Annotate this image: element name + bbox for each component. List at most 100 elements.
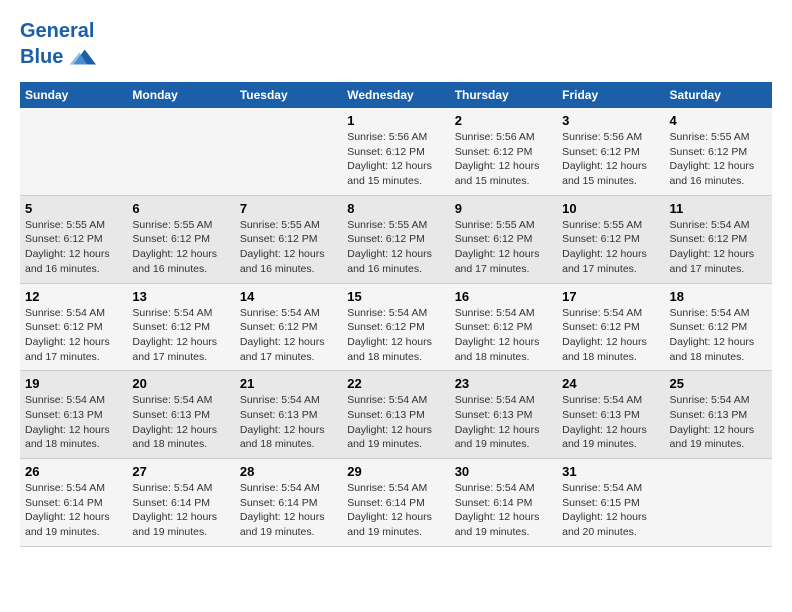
day-info: Sunrise: 5:54 AM Sunset: 6:15 PM Dayligh… xyxy=(562,481,659,540)
day-number: 31 xyxy=(562,464,659,479)
calendar-cell: 26 Sunrise: 5:54 AM Sunset: 6:14 PM Dayli… xyxy=(20,459,127,547)
calendar-row: 1 Sunrise: 5:56 AM Sunset: 6:12 PM Daylig… xyxy=(20,108,772,195)
day-info: Sunrise: 5:55 AM Sunset: 6:12 PM Dayligh… xyxy=(240,218,337,277)
calendar-cell: 7 Sunrise: 5:55 AM Sunset: 6:12 PM Daylig… xyxy=(235,195,342,283)
calendar-cell xyxy=(127,108,234,195)
logo: General Blue xyxy=(20,20,96,72)
day-number: 20 xyxy=(132,376,229,391)
calendar-cell: 18 Sunrise: 5:54 AM Sunset: 6:12 PM Dayli… xyxy=(665,283,772,371)
day-number: 14 xyxy=(240,289,337,304)
calendar-cell: 28Sunrise: 5:54 AM Sunset: 6:14 PM Dayli… xyxy=(235,459,342,547)
day-info: Sunrise: 5:55 AM Sunset: 6:12 PM Dayligh… xyxy=(455,218,552,277)
calendar-cell: 3 Sunrise: 5:56 AM Sunset: 6:12 PM Daylig… xyxy=(557,108,664,195)
day-info: Sunrise: 5:55 AM Sunset: 6:12 PM Dayligh… xyxy=(670,130,767,189)
calendar-cell: 29 Sunrise: 5:54 AM Sunset: 6:14 PM Dayli… xyxy=(342,459,449,547)
calendar-cell: 19 Sunrise: 5:54 AM Sunset: 6:13 PM Dayli… xyxy=(20,371,127,459)
day-info: Sunrise: 5:54 AM Sunset: 6:12 PM Dayligh… xyxy=(25,306,122,365)
day-number: 2 xyxy=(455,113,552,128)
weekday-header: Tuesday xyxy=(235,82,342,108)
day-info: Sunrise: 5:54 AM Sunset: 6:12 PM Dayligh… xyxy=(132,306,229,365)
calendar-body: 1 Sunrise: 5:56 AM Sunset: 6:12 PM Daylig… xyxy=(20,108,772,546)
day-number: 9 xyxy=(455,201,552,216)
day-number: 8 xyxy=(347,201,444,216)
day-number: 21 xyxy=(240,376,337,391)
weekday-row: SundayMondayTuesdayWednesdayThursdayFrid… xyxy=(20,82,772,108)
calendar-cell: 6 Sunrise: 5:55 AM Sunset: 6:12 PM Daylig… xyxy=(127,195,234,283)
day-info: Sunrise: 5:54 AM Sunset: 6:14 PM Dayligh… xyxy=(25,481,122,540)
day-number: 7 xyxy=(240,201,337,216)
calendar-cell xyxy=(20,108,127,195)
calendar-cell: 15Sunrise: 5:54 AM Sunset: 6:12 PM Dayli… xyxy=(342,283,449,371)
day-info: Sunrise: 5:54 AM Sunset: 6:12 PM Dayligh… xyxy=(240,306,337,365)
weekday-header: Wednesday xyxy=(342,82,449,108)
calendar-cell xyxy=(665,459,772,547)
calendar-cell: 27Sunrise: 5:54 AM Sunset: 6:14 PM Dayli… xyxy=(127,459,234,547)
day-info: Sunrise: 5:54 AM Sunset: 6:13 PM Dayligh… xyxy=(347,393,444,452)
calendar-table: SundayMondayTuesdayWednesdayThursdayFrid… xyxy=(20,82,772,547)
calendar-cell: 13 Sunrise: 5:54 AM Sunset: 6:12 PM Dayli… xyxy=(127,283,234,371)
day-number: 19 xyxy=(25,376,122,391)
calendar-cell: 10Sunrise: 5:55 AM Sunset: 6:12 PM Dayli… xyxy=(557,195,664,283)
calendar-cell: 17 Sunrise: 5:54 AM Sunset: 6:12 PM Dayli… xyxy=(557,283,664,371)
calendar-cell: 5Sunrise: 5:55 AM Sunset: 6:12 PM Daylig… xyxy=(20,195,127,283)
day-info: Sunrise: 5:54 AM Sunset: 6:13 PM Dayligh… xyxy=(670,393,767,452)
day-number: 25 xyxy=(670,376,767,391)
calendar-cell: 22 Sunrise: 5:54 AM Sunset: 6:13 PM Dayli… xyxy=(342,371,449,459)
logo-text: General xyxy=(20,20,96,42)
day-number: 4 xyxy=(670,113,767,128)
day-info: Sunrise: 5:55 AM Sunset: 6:12 PM Dayligh… xyxy=(132,218,229,277)
weekday-header: Friday xyxy=(557,82,664,108)
calendar-cell: 1 Sunrise: 5:56 AM Sunset: 6:12 PM Daylig… xyxy=(342,108,449,195)
day-info: Sunrise: 5:55 AM Sunset: 6:12 PM Dayligh… xyxy=(347,218,444,277)
calendar-cell: 30 Sunrise: 5:54 AM Sunset: 6:14 PM Dayli… xyxy=(450,459,557,547)
day-info: Sunrise: 5:54 AM Sunset: 6:13 PM Dayligh… xyxy=(562,393,659,452)
day-info: Sunrise: 5:54 AM Sunset: 6:12 PM Dayligh… xyxy=(562,306,659,365)
calendar-cell: 16Sunrise: 5:54 AM Sunset: 6:12 PM Dayli… xyxy=(450,283,557,371)
day-number: 22 xyxy=(347,376,444,391)
day-number: 6 xyxy=(132,201,229,216)
page-header: General Blue xyxy=(20,20,772,72)
weekday-header: Saturday xyxy=(665,82,772,108)
calendar-cell: 8 Sunrise: 5:55 AM Sunset: 6:12 PM Daylig… xyxy=(342,195,449,283)
day-info: Sunrise: 5:54 AM Sunset: 6:13 PM Dayligh… xyxy=(455,393,552,452)
calendar-row: 26 Sunrise: 5:54 AM Sunset: 6:14 PM Dayli… xyxy=(20,459,772,547)
day-info: Sunrise: 5:56 AM Sunset: 6:12 PM Dayligh… xyxy=(562,130,659,189)
weekday-header: Monday xyxy=(127,82,234,108)
day-number: 28 xyxy=(240,464,337,479)
day-info: Sunrise: 5:56 AM Sunset: 6:12 PM Dayligh… xyxy=(455,130,552,189)
day-number: 17 xyxy=(562,289,659,304)
day-info: Sunrise: 5:54 AM Sunset: 6:14 PM Dayligh… xyxy=(455,481,552,540)
day-number: 1 xyxy=(347,113,444,128)
day-number: 13 xyxy=(132,289,229,304)
day-number: 11 xyxy=(670,201,767,216)
day-number: 3 xyxy=(562,113,659,128)
calendar-cell: 31 Sunrise: 5:54 AM Sunset: 6:15 PM Dayli… xyxy=(557,459,664,547)
calendar-cell: 20 Sunrise: 5:54 AM Sunset: 6:13 PM Dayli… xyxy=(127,371,234,459)
calendar-cell: 14 Sunrise: 5:54 AM Sunset: 6:12 PM Dayli… xyxy=(235,283,342,371)
day-number: 5 xyxy=(25,201,122,216)
day-number: 26 xyxy=(25,464,122,479)
day-number: 18 xyxy=(670,289,767,304)
calendar-cell: 23 Sunrise: 5:54 AM Sunset: 6:13 PM Dayli… xyxy=(450,371,557,459)
day-info: Sunrise: 5:54 AM Sunset: 6:12 PM Dayligh… xyxy=(347,306,444,365)
calendar-cell: 21Sunrise: 5:54 AM Sunset: 6:13 PM Dayli… xyxy=(235,371,342,459)
calendar-row: 5 Sunrise: 5:55 AM Sunset: 6:12 PM Daylig… xyxy=(20,195,772,283)
day-info: Sunrise: 5:54 AM Sunset: 6:13 PM Dayligh… xyxy=(25,393,122,452)
weekday-header: Thursday xyxy=(450,82,557,108)
calendar-cell: 2 Sunrise: 5:56 AM Sunset: 6:12 PM Daylig… xyxy=(450,108,557,195)
calendar-row: 12Sunrise: 5:54 AM Sunset: 6:12 PM Dayli… xyxy=(20,283,772,371)
day-info: Sunrise: 5:56 AM Sunset: 6:12 PM Dayligh… xyxy=(347,130,444,189)
day-info: Sunrise: 5:54 AM Sunset: 6:14 PM Dayligh… xyxy=(347,481,444,540)
calendar-row: 19 Sunrise: 5:54 AM Sunset: 6:13 PM Dayli… xyxy=(20,371,772,459)
day-number: 23 xyxy=(455,376,552,391)
day-info: Sunrise: 5:54 AM Sunset: 6:12 PM Dayligh… xyxy=(670,218,767,277)
calendar-cell: 24Sunrise: 5:54 AM Sunset: 6:13 PM Dayli… xyxy=(557,371,664,459)
day-info: Sunrise: 5:54 AM Sunset: 6:13 PM Dayligh… xyxy=(132,393,229,452)
day-number: 30 xyxy=(455,464,552,479)
day-number: 27 xyxy=(132,464,229,479)
calendar-cell: 9 Sunrise: 5:55 AM Sunset: 6:12 PM Daylig… xyxy=(450,195,557,283)
calendar-cell xyxy=(235,108,342,195)
day-info: Sunrise: 5:54 AM Sunset: 6:12 PM Dayligh… xyxy=(670,306,767,365)
day-number: 29 xyxy=(347,464,444,479)
calendar-header: SundayMondayTuesdayWednesdayThursdayFrid… xyxy=(20,82,772,108)
